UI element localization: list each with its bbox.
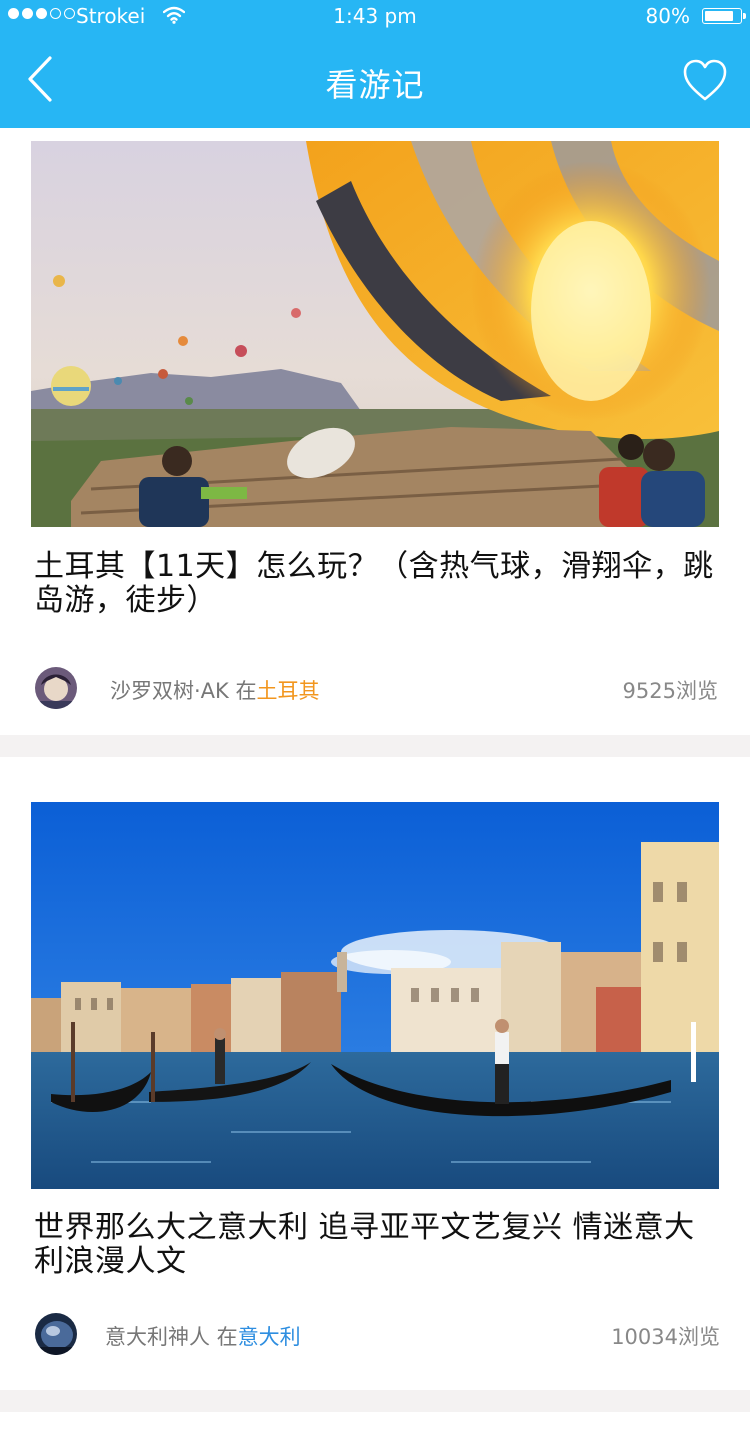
avatar[interactable] <box>35 667 77 709</box>
author-name[interactable]: 沙罗双树·AK <box>110 679 229 703</box>
travel-note-card[interactable]: 土耳其【11天】怎么玩？（含热气球，滑翔伞，跳岛游，徒步） 沙罗双树·AK 在土… <box>0 128 750 735</box>
author-name[interactable]: 意大利神人 <box>105 1325 210 1349</box>
avatar[interactable] <box>35 1313 77 1355</box>
page-title: 看游记 <box>325 66 425 104</box>
status-time: 1:43 pm <box>333 4 417 28</box>
in-label: 在 <box>228 679 257 703</box>
author-line: 意大利神人 在意大利 <box>105 1321 301 1351</box>
heart-outline-icon <box>683 59 727 101</box>
travel-note-card[interactable]: 世界那么大之意大利 追寻亚平文艺复兴 情迷意大利浪漫人文 意大利神人 在意大利 … <box>0 757 750 1390</box>
battery-icon <box>702 8 746 24</box>
post-meta: 沙罗双树·AK 在土耳其 9525浏览 <box>0 667 750 711</box>
in-label: 在 <box>210 1325 238 1349</box>
status-bar: Strokei 1:43 pm 80% <box>0 0 750 34</box>
cover-photo-hot-air-balloon[interactable] <box>31 141 719 527</box>
location-link[interactable]: 意大利 <box>238 1325 301 1349</box>
post-title[interactable]: 世界那么大之意大利 追寻亚平文艺复兴 情迷意大利浪漫人文 <box>34 1211 714 1279</box>
view-count: 9525浏览 <box>622 679 718 703</box>
cover-photo-venice-gondolas[interactable] <box>31 802 719 1189</box>
battery-percent: 80% <box>645 4 690 28</box>
author-line: 沙罗双树·AK 在土耳其 <box>110 675 320 705</box>
next-card-peek <box>0 1412 750 1448</box>
nav-header: Strokei 1:43 pm 80% 看游记 <box>0 0 750 128</box>
post-meta: 意大利神人 在意大利 10034浏览 <box>0 1313 750 1357</box>
favorite-button[interactable] <box>682 58 728 104</box>
post-title[interactable]: 土耳其【11天】怎么玩？（含热气球，滑翔伞，跳岛游，徒步） <box>34 550 714 618</box>
view-count: 10034浏览 <box>611 1325 720 1349</box>
location-link[interactable]: 土耳其 <box>257 679 320 703</box>
